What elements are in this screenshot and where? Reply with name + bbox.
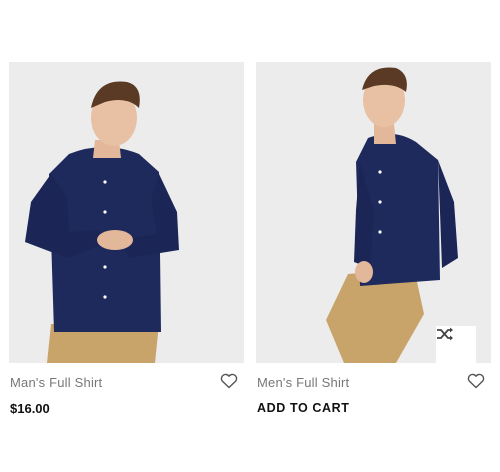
- product-card[interactable]: Man's Full Shirt $16.00: [9, 62, 244, 423]
- product-title[interactable]: Man's Full Shirt: [10, 375, 102, 390]
- wishlist-heart-icon[interactable]: [220, 373, 238, 389]
- compare-button[interactable]: [436, 326, 476, 363]
- man-photo-icon: [25, 81, 179, 363]
- shuffle-icon: [437, 327, 453, 341]
- add-to-cart-button[interactable]: ADD TO CART: [257, 401, 349, 415]
- wishlist-heart-icon[interactable]: [467, 373, 485, 389]
- product-title[interactable]: Men's Full Shirt: [257, 375, 349, 390]
- product-image[interactable]: [9, 62, 244, 363]
- product-card[interactable]: Men's Full Shirt ADD TO CART: [256, 62, 491, 423]
- product-price: $16.00: [10, 401, 50, 416]
- man-photo-icon: [326, 67, 458, 363]
- product-image[interactable]: [256, 62, 491, 363]
